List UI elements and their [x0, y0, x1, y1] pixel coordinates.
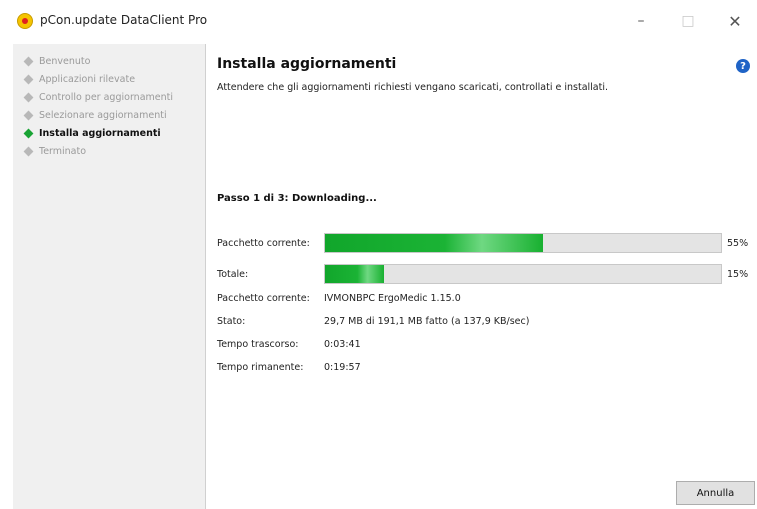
step-bullet-icon: [23, 146, 34, 156]
step-label: Applicazioni rilevate: [39, 73, 136, 85]
maximize-button[interactable]: □: [666, 6, 710, 36]
step-terminato: Terminato: [23, 143, 87, 159]
step-label: Controllo per aggiornamenti: [39, 91, 174, 103]
total-progress-label: Totale:: [217, 269, 249, 280]
step-selezionare-aggiornamenti: Selezionare aggiornamenti: [23, 107, 167, 123]
current-package-progress-fill: [325, 234, 543, 252]
current-package-progress-percent: 55%: [727, 238, 749, 249]
step-bullet-icon: [23, 110, 34, 120]
minimize-button[interactable]: –: [619, 6, 663, 36]
current-package-progress-bar: [324, 233, 722, 253]
step-bullet-icon: [23, 92, 34, 102]
info-label-package: Pacchetto corrente:: [217, 293, 310, 304]
step-benvenuto: Benvenuto: [23, 53, 91, 69]
step-label: Selezionare aggiornamenti: [39, 109, 167, 121]
app-logo-icon: [17, 13, 33, 29]
total-progress-bar: [324, 264, 722, 284]
step-installa-aggiornamenti: Installa aggiornamenti: [23, 125, 161, 141]
steps-sidebar: Benvenuto Applicazioni rilevate Controll…: [13, 44, 206, 509]
step-label: Installa aggiornamenti: [39, 127, 161, 139]
step-label: Benvenuto: [39, 55, 91, 67]
info-label-status: Stato:: [217, 316, 246, 327]
total-progress-fill: [325, 265, 385, 283]
current-package-progress-label: Pacchetto corrente:: [217, 238, 310, 249]
info-value-elapsed: 0:03:41: [324, 339, 361, 350]
window-title: pCon.update DataClient Pro: [40, 13, 208, 27]
step-status: Passo 1 di 3: Downloading...: [217, 193, 377, 204]
step-bullet-icon: [23, 74, 34, 84]
total-progress-percent: 15%: [727, 269, 749, 280]
info-label-remaining: Tempo rimanente:: [217, 362, 304, 373]
info-value-package: IVMONBPC ErgoMedic 1.15.0: [324, 293, 461, 304]
info-label-elapsed: Tempo trascorso:: [217, 339, 299, 350]
cancel-button[interactable]: Annulla: [676, 481, 755, 505]
title-bar: pCon.update DataClient Pro – □ ✕: [0, 0, 757, 44]
step-bullet-active-icon: [23, 128, 34, 138]
info-value-status: 29,7 MB di 191,1 MB fatto (a 137,9 KB/se…: [324, 316, 530, 327]
step-label: Terminato: [39, 145, 87, 157]
page-subtitle: Attendere che gli aggiornamenti richiest…: [217, 82, 609, 93]
step-bullet-icon: [23, 56, 34, 66]
main-panel: Installa aggiornamenti ? Attendere che g…: [206, 44, 757, 509]
help-icon[interactable]: ?: [736, 59, 750, 73]
info-value-remaining: 0:19:57: [324, 362, 361, 373]
step-applicazioni-rilevate: Applicazioni rilevate: [23, 71, 136, 87]
step-controllo-aggiornamenti: Controllo per aggiornamenti: [23, 89, 174, 105]
page-title: Installa aggiornamenti: [217, 56, 397, 72]
close-button[interactable]: ✕: [713, 6, 757, 36]
